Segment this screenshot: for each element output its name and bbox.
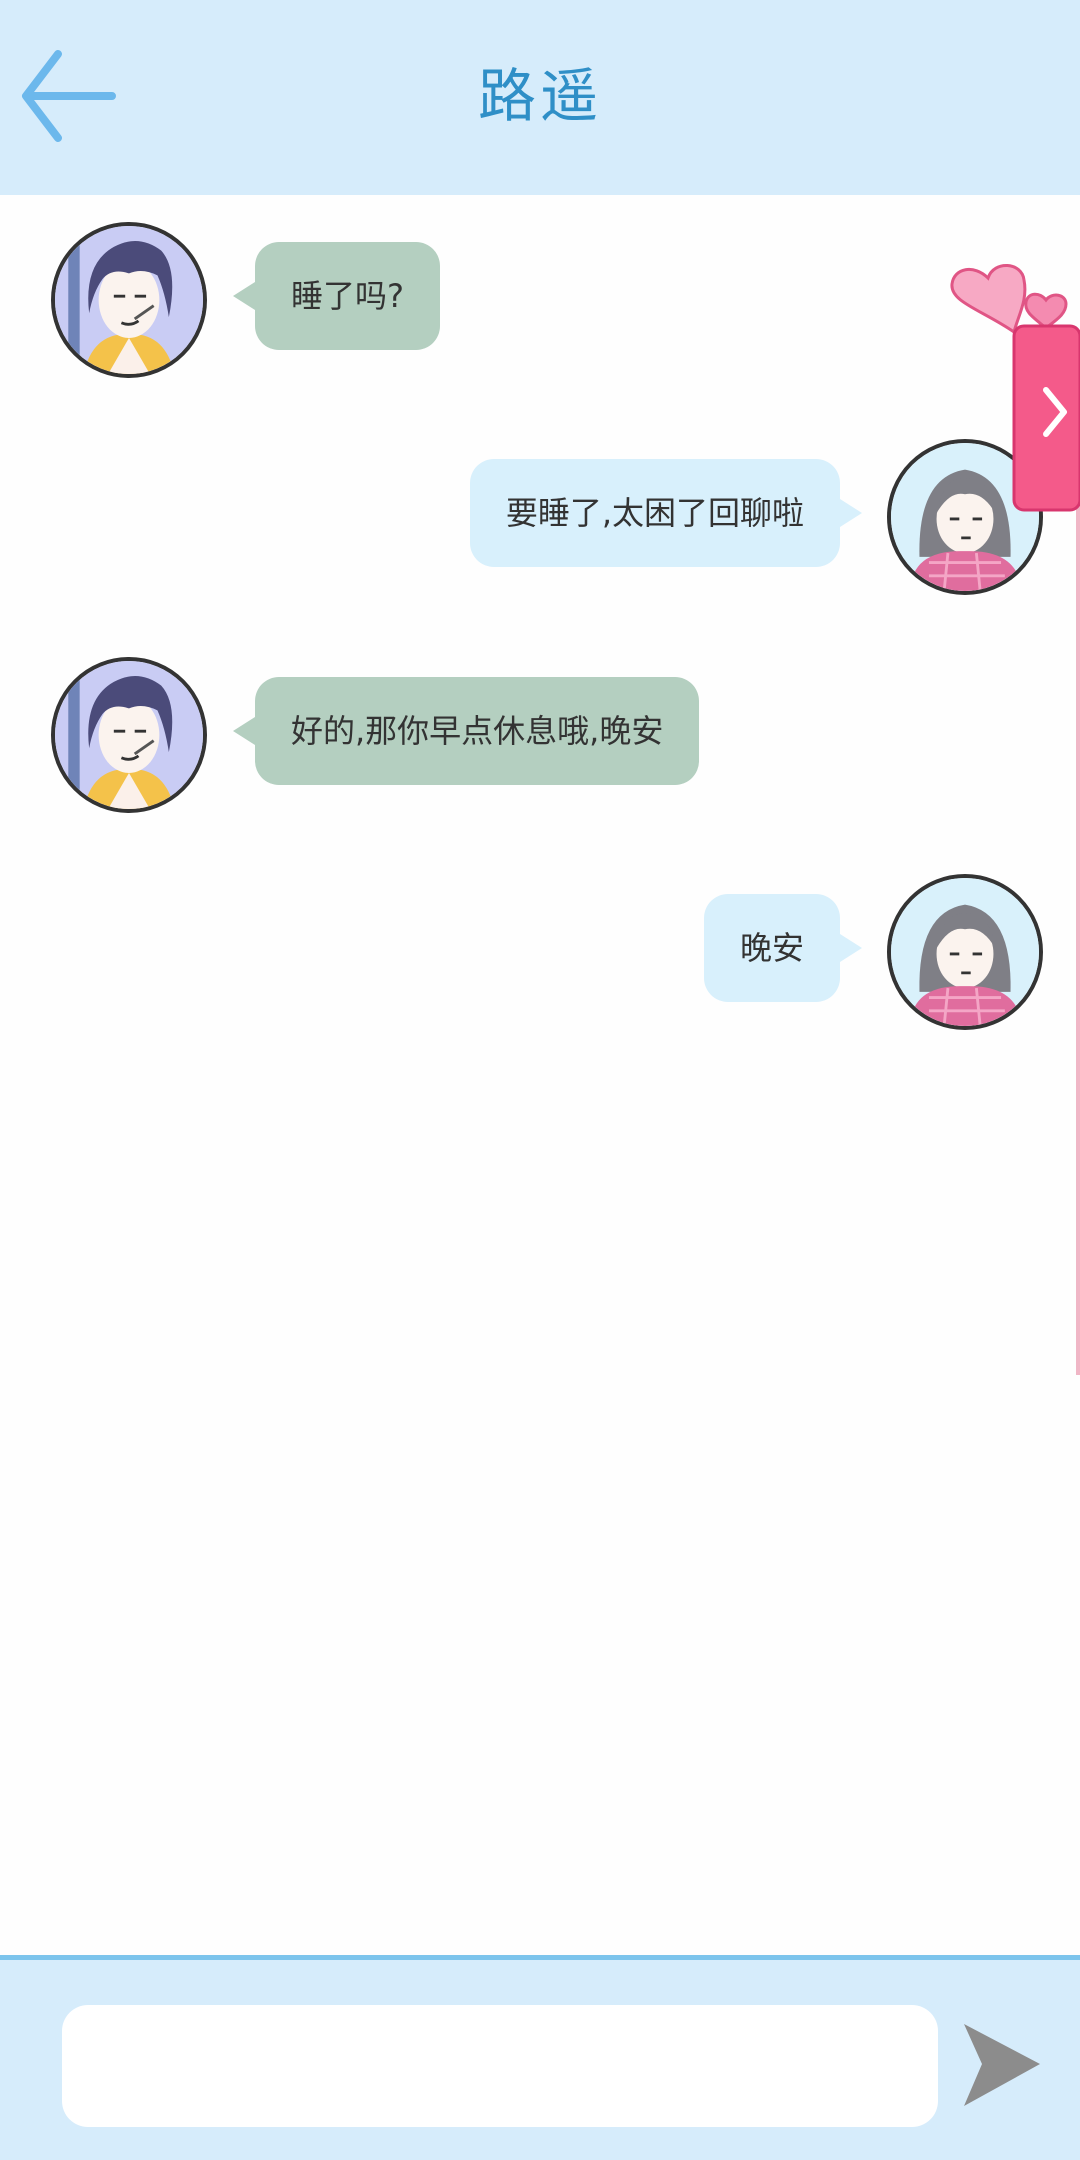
message-bubble-received: 好的,那你早点休息哦,晚安 [232, 677, 700, 785]
message-input[interactable] [62, 2005, 938, 2127]
message-bubble-sent: 晚安 [703, 894, 863, 1002]
boy-avatar-icon [55, 661, 203, 809]
side-panel-edge [1076, 505, 1080, 1375]
girl-avatar-icon [891, 878, 1039, 1026]
composer-bar [0, 1955, 1080, 2160]
self-avatar[interactable] [887, 874, 1043, 1030]
message-row: 睡了吗? [0, 222, 1080, 382]
message-list: 睡了吗? 要睡了,太困了回聊啦 好的,那你早点休息哦,晚安 晚安 [0, 195, 1080, 1955]
heart-icon [950, 264, 1068, 335]
chat-title: 路遥 [477, 62, 602, 130]
side-panel-toggle[interactable] [942, 262, 1080, 512]
boy-avatar-icon [55, 226, 203, 374]
contact-avatar[interactable] [51, 222, 207, 378]
message-row: 要睡了,太困了回聊啦 [0, 439, 1080, 599]
contact-avatar[interactable] [51, 657, 207, 813]
send-icon [964, 2024, 1040, 2106]
message-row: 好的,那你早点休息哦,晚安 [0, 657, 1080, 817]
message-bubble-received: 睡了吗? [233, 242, 440, 350]
top-bar: 路遥 [0, 0, 1080, 195]
message-row: 晚安 [0, 874, 1080, 1034]
send-button[interactable] [960, 2020, 1042, 2110]
message-bubble-sent: 要睡了,太困了回聊啦 [469, 459, 863, 567]
